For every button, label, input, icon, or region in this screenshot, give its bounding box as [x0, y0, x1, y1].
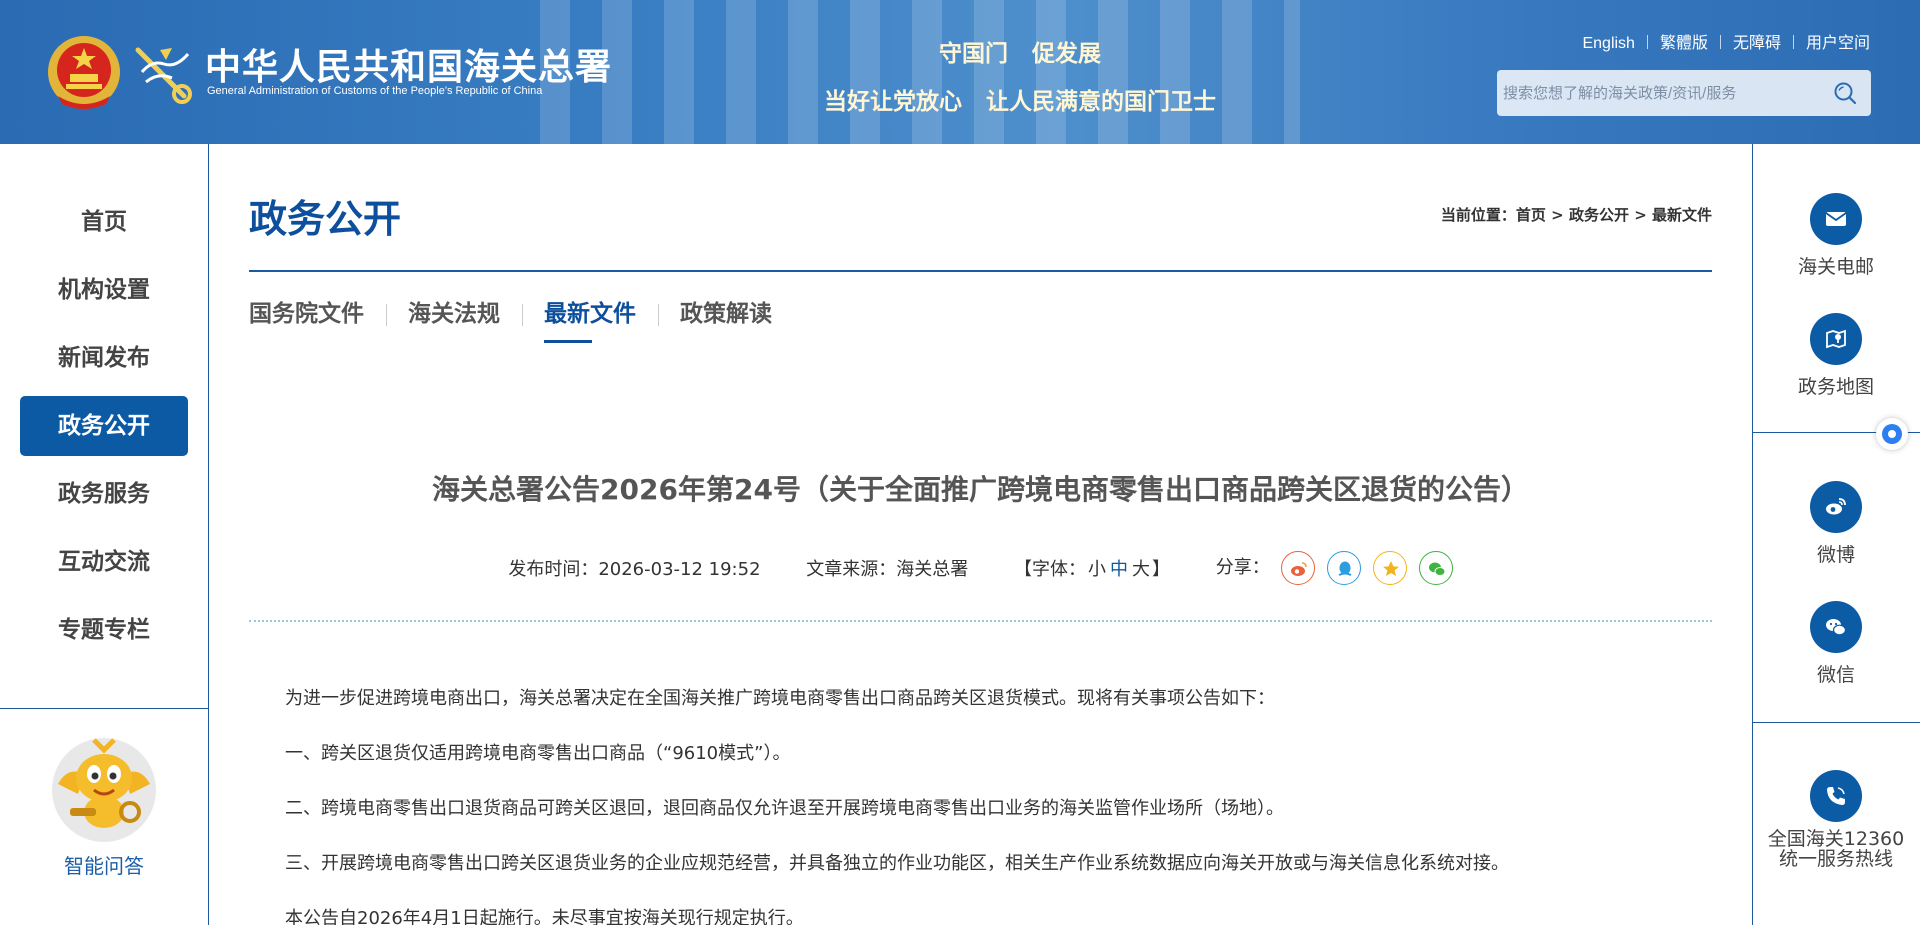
phone-icon	[1827, 787, 1845, 805]
slogan-text: 当好让党放心	[824, 88, 962, 115]
sidebar-divider	[1752, 722, 1920, 723]
source-value: 海关总署	[896, 559, 969, 580]
share-bar: 分享：	[1216, 551, 1453, 585]
nav-item-organization[interactable]: 机构设置	[20, 260, 188, 320]
slogan-text: 促发展	[1032, 40, 1101, 67]
link-english[interactable]: English	[1582, 35, 1634, 52]
qq-share-icon[interactable]	[1327, 551, 1362, 585]
link-traditional-chinese[interactable]: 繁體版	[1660, 35, 1708, 52]
slogan-text: 守国门	[939, 40, 1008, 67]
assistant-mascot-icon[interactable]	[50, 736, 158, 844]
article-paragraph: 为进一步促进跨境电商出口，海关总署决定在全国海关推广跨境电商零售出口商品跨关区退…	[285, 688, 1275, 709]
weibo-icon	[1826, 498, 1846, 515]
sidebar-item-hotline[interactable]: 全国海关12360 统一服务热线	[1752, 770, 1920, 870]
search-input[interactable]	[1503, 70, 1823, 116]
tab-policy-interpretation[interactable]: 政策解读	[658, 294, 794, 334]
title-underline	[249, 270, 1712, 272]
rb-circle	[1810, 193, 1862, 245]
breadcrumb-item-latest-documents[interactable]: 最新文件	[1652, 206, 1712, 224]
link-separator	[1646, 35, 1648, 49]
nav-item-news[interactable]: 新闻发布	[20, 328, 188, 388]
rb-circle	[1810, 313, 1862, 365]
tab-latest-documents[interactable]: 最新文件	[522, 294, 658, 343]
nav-item-government-affairs[interactable]: 政务公开	[20, 396, 188, 456]
sidebar-item-label: 政务地图	[1797, 376, 1874, 398]
hotline-label: 全国海关12360 统一服务热线	[1752, 828, 1920, 870]
main-content: 政务公开 当前位置：首页 > 政务公开 > 最新文件 国务院文件 海关法规 最新文件…	[209, 144, 1752, 925]
font-size-large-button[interactable]: 大	[1132, 559, 1150, 580]
header-background-building	[540, 0, 1300, 144]
sidebar-item-label: 海关电邮	[1797, 256, 1874, 278]
breadcrumb-separator: >	[1545, 206, 1569, 224]
sidebar-item-wechat[interactable]: 微信	[1752, 601, 1920, 686]
source-label: 文章来源：	[806, 559, 897, 580]
sidebar-item-government-map[interactable]: 政务地图	[1752, 313, 1920, 398]
font-size-prefix: 【字体：	[1014, 559, 1086, 580]
qzone-share-icon[interactable]	[1372, 551, 1407, 585]
nav-item-services[interactable]: 政务服务	[20, 464, 188, 524]
meta-divider	[249, 620, 1712, 622]
publish-time: 发布时间：2026-03-12 19:52	[508, 555, 760, 581]
breadcrumb-item-home[interactable]: 首页	[1516, 206, 1546, 224]
publish-time-label: 发布时间：	[508, 559, 599, 580]
sidebar-item-label: 微信	[1816, 664, 1855, 686]
hotline-line-2: 统一服务热线	[1778, 847, 1893, 870]
site-header: 中华人民共和国海关总署 General Administration of Cu…	[0, 0, 1920, 144]
hotline-line-1: 全国海关12360	[1767, 828, 1905, 850]
link-separator	[1719, 35, 1721, 49]
sidebar-item-weibo[interactable]: 微博	[1752, 481, 1920, 566]
slogan-text: 让人民满意的国门卫士	[986, 88, 1216, 115]
article-paragraph: 二、跨境电商零售出口退货商品可跨关区退回，退回商品仅允许退至开展跨境电商零售出口…	[285, 798, 1284, 819]
sidebar-item-label: 微博	[1816, 544, 1855, 566]
article-source: 文章来源：海关总署	[806, 555, 968, 581]
nav-item-interaction[interactable]: 互动交流	[20, 532, 188, 592]
rb-circle	[1810, 481, 1862, 533]
map-icon	[1826, 329, 1846, 349]
assistant-bubble-icon	[1882, 424, 1902, 444]
rb-circle	[1810, 601, 1862, 653]
article-meta: 发布时间：2026-03-12 19:52 文章来源：海关总署 【字体：小中大】…	[249, 551, 1712, 585]
article-paragraph: 本公告自2026年4月1日起施行。未尽事宜按海关现行规定执行。	[285, 908, 804, 925]
article-paragraph: 三、开展跨境电商零售出口跨关区退货业务的企业应规范经营，并具备独立的作业功能区，…	[285, 853, 1509, 874]
floating-assistant-button[interactable]	[1876, 418, 1908, 450]
font-size-suffix: 】	[1152, 559, 1170, 580]
category-tabs: 国务院文件 海关法规 最新文件 政策解读	[249, 294, 794, 344]
right-sidebar: 海关电邮 政务地图 微博 微信 全国海关12360 统一服务热线	[1752, 144, 1920, 925]
search-box	[1497, 70, 1871, 116]
link-accessibility[interactable]: 无障碍	[1733, 35, 1781, 52]
link-separator	[1792, 35, 1794, 49]
weibo-share-icon[interactable]	[1281, 551, 1316, 585]
font-size-small-button[interactable]: 小	[1088, 559, 1106, 580]
breadcrumb-separator: >	[1628, 206, 1652, 224]
wechat-icon	[1826, 619, 1847, 636]
rb-circle	[1810, 770, 1862, 822]
nav-item-home[interactable]: 首页	[20, 192, 188, 252]
page-title: 政务公开	[249, 196, 402, 241]
publish-time-value: 2026-03-12 19:52	[598, 559, 761, 580]
article-paragraph: 一、跨关区退货仅适用跨境电商零售出口商品（“9610模式”）。	[285, 743, 791, 764]
share-label: 分享：	[1215, 557, 1270, 578]
link-user-space[interactable]: 用户空间	[1806, 35, 1870, 52]
article-body: 为进一步促进跨境电商出口，海关总署决定在全国海关推广跨境电商零售出口商品跨关区退…	[285, 671, 1685, 925]
nav-divider	[0, 708, 208, 709]
left-navigation: 首页 机构设置 新闻发布 政务公开 政务服务 互动交流 专题专栏 智能问答	[0, 144, 209, 925]
tab-customs-regulations[interactable]: 海关法规	[386, 294, 522, 334]
assistant-label[interactable]: 智能问答	[0, 850, 208, 879]
sidebar-item-customs-email[interactable]: 海关电邮	[1752, 193, 1920, 278]
search-icon[interactable]	[1833, 81, 1857, 105]
font-size-medium-button[interactable]: 中	[1110, 559, 1128, 580]
mail-icon	[1825, 212, 1847, 226]
wechat-share-icon[interactable]	[1418, 551, 1453, 585]
tab-state-council-documents[interactable]: 国务院文件	[249, 294, 386, 334]
font-size-control: 【字体：小中大】	[1014, 555, 1170, 581]
article-title: 海关总署公告2026年第24号（关于全面推广跨境电商零售出口商品跨关区退货的公告…	[432, 473, 1529, 506]
breadcrumb-item-government-affairs[interactable]: 政务公开	[1569, 206, 1629, 224]
nav-item-special-topics[interactable]: 专题专栏	[20, 600, 188, 660]
breadcrumb: 当前位置：首页 > 政务公开 > 最新文件	[1441, 204, 1712, 225]
top-links: English 繁體版 无障碍 用户空间	[1582, 29, 1870, 53]
breadcrumb-prefix: 当前位置：	[1440, 206, 1516, 224]
